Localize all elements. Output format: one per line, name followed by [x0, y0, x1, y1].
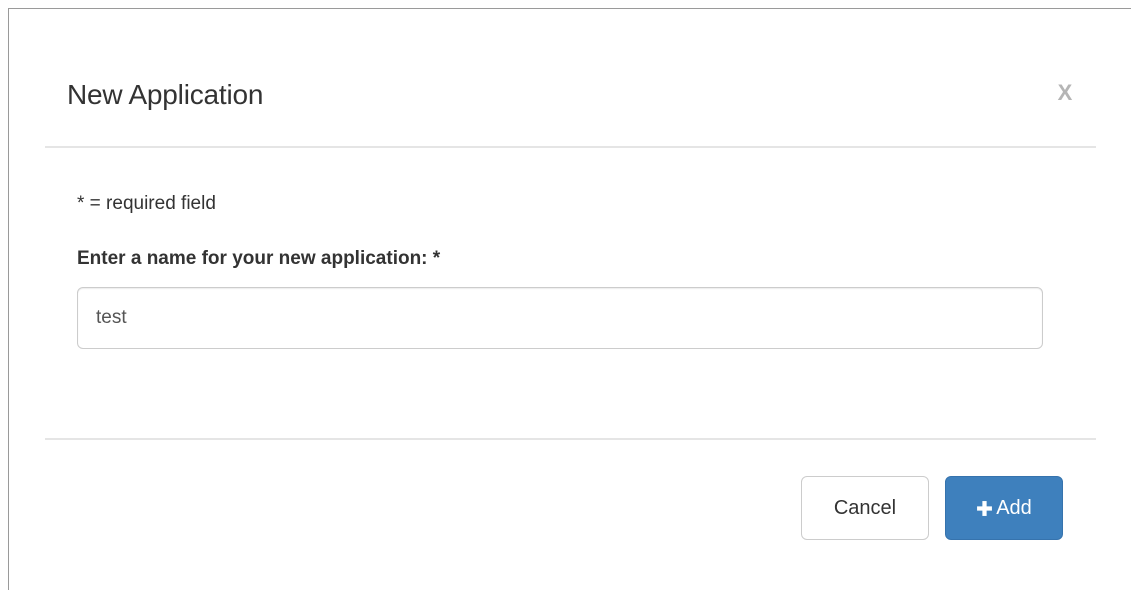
- modal-title: New Application: [67, 79, 264, 110]
- close-button[interactable]: X: [1050, 78, 1080, 108]
- plus-icon: [977, 500, 993, 516]
- required-field-note: * = required field: [77, 193, 216, 214]
- application-name-label: Enter a name for your new application: *: [77, 248, 441, 269]
- new-application-modal: New Application X * = required field Ent…: [0, 0, 1131, 590]
- add-button-label: Add: [996, 496, 1032, 519]
- header-divider: [45, 146, 1096, 148]
- cancel-button-label: Cancel: [833, 496, 897, 519]
- frame-border-left: [8, 8, 9, 590]
- frame-border-top: [8, 8, 1131, 9]
- footer-divider: [45, 438, 1096, 440]
- add-button[interactable]: Add: [945, 476, 1063, 540]
- cancel-button[interactable]: Cancel: [801, 476, 929, 540]
- application-name-input[interactable]: [77, 287, 1043, 349]
